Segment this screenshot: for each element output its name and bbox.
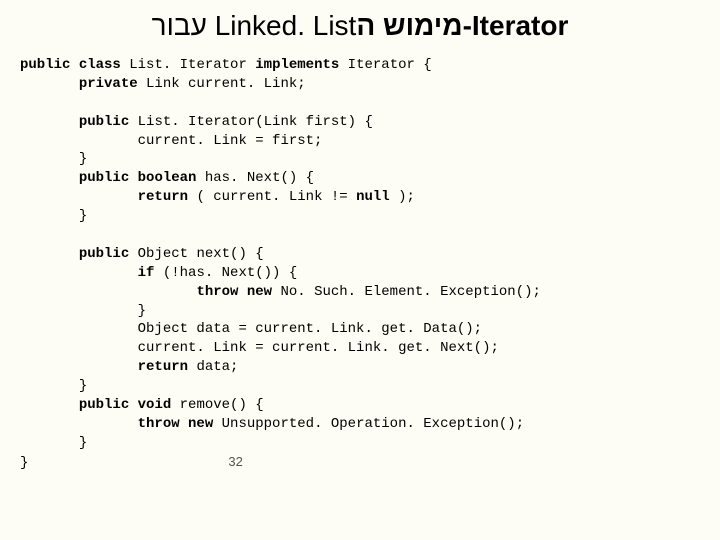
code-text: List. Iterator(Link first) {	[129, 114, 373, 130]
keyword: if	[138, 265, 155, 281]
keyword: return	[138, 359, 188, 375]
keyword: public	[79, 170, 129, 186]
title-normal: Linked. List עבור	[152, 10, 357, 41]
code-line: public class List. Iterator implements I…	[20, 57, 432, 73]
code-text: (!has. Next()) {	[154, 265, 297, 281]
code-line: private Link current. Link;	[20, 76, 306, 92]
keyword: null	[356, 189, 390, 205]
code-line: throw new No. Such. Element. Exception()…	[20, 284, 541, 300]
keyword: void	[138, 397, 172, 413]
code-block: public class List. Iterator implements I…	[20, 56, 700, 473]
code-text: Link current. Link;	[138, 76, 306, 92]
code-text: }	[79, 151, 87, 167]
code-text: }	[79, 378, 87, 394]
keyword: throw new	[138, 416, 214, 432]
code-line: return data;	[20, 359, 238, 375]
keyword: boolean	[138, 170, 197, 186]
code-text: }	[79, 208, 87, 224]
title-bold: Iterator-מימוש ה	[356, 10, 568, 41]
keyword: class	[79, 57, 121, 73]
code-text: Object next() {	[129, 246, 263, 262]
code-line: }	[20, 455, 28, 471]
code-text: }	[138, 303, 146, 319]
code-line: }	[20, 435, 87, 451]
code-text: No. Such. Element. Exception();	[272, 284, 541, 300]
page-number: 32	[228, 454, 242, 469]
keyword: throw new	[196, 284, 272, 300]
slide: Iterator-מימוש הLinked. List עבור public…	[0, 0, 720, 540]
code-line: }	[20, 151, 87, 167]
code-line: public List. Iterator(Link first) {	[20, 114, 373, 130]
code-line: current. Link = first;	[20, 133, 322, 149]
code-text: Unsupported. Operation. Exception();	[213, 416, 524, 432]
code-text: }	[79, 435, 87, 451]
code-line: throw new Unsupported. Operation. Except…	[20, 416, 524, 432]
code-line: public Object next() {	[20, 246, 264, 262]
code-text: has. Next() {	[196, 170, 314, 186]
keyword: public	[79, 397, 129, 413]
code-line: current. Link = current. Link. get. Next…	[20, 340, 499, 356]
code-line: return ( current. Link != null );	[20, 189, 415, 205]
code-line: }	[20, 303, 146, 319]
code-text: remove() {	[171, 397, 263, 413]
code-text: ( current. Link !=	[188, 189, 356, 205]
code-line: public void remove() {	[20, 397, 264, 413]
slide-title: Iterator-מימוש הLinked. List עבור	[20, 10, 700, 42]
code-text: }	[20, 455, 28, 471]
code-text: );	[390, 189, 415, 205]
keyword: public	[79, 246, 129, 262]
code-text: current. Link = current. Link. get. Next…	[138, 340, 499, 356]
keyword: implements	[255, 57, 339, 73]
code-line: if (!has. Next()) {	[20, 265, 297, 281]
code-text: Iterator {	[339, 57, 431, 73]
code-line: }	[20, 208, 87, 224]
code-text: data;	[188, 359, 238, 375]
code-line: Object data = current. Link. get. Data()…	[20, 321, 482, 337]
code-line: public boolean has. Next() {	[20, 170, 314, 186]
code-text: List. Iterator	[121, 57, 255, 73]
code-text: current. Link = first;	[138, 133, 323, 149]
keyword: private	[79, 76, 138, 92]
keyword: return	[138, 189, 188, 205]
code-line: }	[20, 378, 87, 394]
keyword: public	[20, 57, 70, 73]
code-text: Object data = current. Link. get. Data()…	[138, 321, 482, 337]
keyword: public	[79, 114, 129, 130]
